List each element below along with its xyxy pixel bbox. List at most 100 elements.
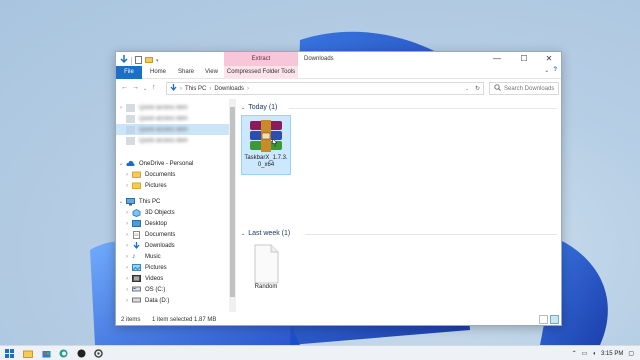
file-tile-random[interactable]: Random xyxy=(241,242,291,294)
nav-item-documents[interactable]: › Documents xyxy=(116,229,231,240)
recent-locations-icon[interactable]: ⌄ xyxy=(143,86,147,92)
chevron-down-icon[interactable]: ⌄ xyxy=(116,160,126,167)
help-icon[interactable]: ? xyxy=(553,67,557,74)
chevron-up-icon[interactable]: ⌃ xyxy=(572,350,577,357)
download-icon xyxy=(132,241,141,250)
tab-home[interactable]: Home xyxy=(145,66,171,79)
nav-item-desktop[interactable]: › Desktop xyxy=(116,218,231,229)
expand-ribbon-icon[interactable]: ⌄ xyxy=(544,67,549,74)
group-header-last-week[interactable]: ⌄ Last week (1) xyxy=(241,230,293,237)
nav-item-label: Downloads xyxy=(145,242,175,249)
window-title: Downloads xyxy=(304,56,334,62)
ribbon-tabs: File Home Share View Compressed Folder T… xyxy=(116,66,561,79)
group-header-today[interactable]: ⌄ Today (1) xyxy=(241,104,280,111)
nav-item-label: Documents xyxy=(145,171,176,178)
blank-file-icon xyxy=(251,244,281,284)
file-name-label: Random xyxy=(254,284,278,290)
nav-item-onedrive-documents[interactable]: › Documents xyxy=(116,169,231,180)
folder-icon xyxy=(132,182,141,190)
downloads-location-icon xyxy=(170,83,177,94)
status-item-count: 2 items xyxy=(121,317,141,323)
nav-item-downloads[interactable]: › Downloads xyxy=(116,240,231,251)
breadcrumb-this-pc[interactable]: This PC xyxy=(185,86,206,92)
qat-dropdown-icon[interactable]: ▾ xyxy=(156,58,159,64)
nav-item-quick-access[interactable]: Quick access item xyxy=(116,124,231,135)
group-header-label: Last week (1) xyxy=(248,230,291,237)
status-selection: 1 item selected 1.87 MB xyxy=(152,317,217,323)
tab-view[interactable]: View xyxy=(200,66,223,79)
back-button[interactable]: ← xyxy=(121,84,128,91)
chevron-down-icon[interactable]: ⌄ xyxy=(116,198,126,205)
up-button[interactable]: ↑ xyxy=(152,84,156,91)
nav-item-quick-access[interactable]: Quick access item xyxy=(116,135,231,146)
nav-item-3d-objects[interactable]: › 3D Objects xyxy=(116,207,231,218)
group-divider xyxy=(305,234,557,235)
nav-item-pictures[interactable]: › Pictures xyxy=(116,262,231,273)
nav-item-quick-access[interactable]: Quick access item xyxy=(116,113,231,124)
nav-pane-scrollbar[interactable] xyxy=(229,99,236,312)
nav-item-label: Quick access item xyxy=(139,126,188,133)
nav-item-videos[interactable]: › Videos xyxy=(116,273,231,284)
nav-item-quick-access[interactable]: › Quick access item xyxy=(116,102,231,113)
file-tile-taskbarx[interactable]: TaskbarX_1.7.3.0_x64 xyxy=(241,115,291,175)
nav-item-drive-c[interactable]: › OS (C:) xyxy=(116,284,231,295)
download-icon xyxy=(120,55,128,66)
nav-item-label: Videos xyxy=(145,275,164,282)
tab-file[interactable]: File xyxy=(116,66,142,79)
edge-taskbar-icon[interactable] xyxy=(57,348,69,359)
search-input[interactable]: Search Downloads xyxy=(489,82,559,95)
breadcrumb-separator-icon: › xyxy=(209,85,212,92)
nav-item-onedrive-pictures[interactable]: › Pictures xyxy=(116,180,231,191)
group-divider xyxy=(289,108,557,109)
breadcrumb-downloads[interactable]: Downloads xyxy=(214,86,244,92)
address-bar[interactable]: › This PC › Downloads › ⌄ ↻ xyxy=(166,82,484,95)
nav-item-label: This PC xyxy=(139,198,161,205)
forward-button[interactable]: → xyxy=(132,84,139,91)
volume-icon[interactable]: ◖ xyxy=(592,351,596,357)
winrar-archive-icon xyxy=(247,119,285,155)
videos-icon xyxy=(132,274,141,283)
tab-share[interactable]: Share xyxy=(173,66,199,79)
system-tray: ⌃ ▭ ◖ 3:15 PM ▢ xyxy=(572,346,634,360)
nav-item-label: Quick access item xyxy=(139,137,188,144)
chevron-down-icon: ⌄ xyxy=(241,104,246,111)
nav-item-label: Pictures xyxy=(145,182,167,189)
nav-item-label: Documents xyxy=(145,231,176,238)
clock[interactable]: 3:15 PM xyxy=(601,351,623,357)
ribbon-controls: ⌄ ? xyxy=(544,67,557,74)
title-bar: ▾ Extract Downloads — ☐ ✕ xyxy=(116,52,561,66)
media-player-taskbar-icon[interactable] xyxy=(75,348,87,359)
close-button[interactable]: ✕ xyxy=(537,52,561,66)
refresh-icon[interactable]: ↻ xyxy=(475,85,480,92)
monitor-icon xyxy=(126,197,135,206)
scrollbar-thumb[interactable] xyxy=(230,107,235,297)
nav-item-onedrive[interactable]: ⌄ OneDrive - Personal xyxy=(116,158,231,169)
minimize-button[interactable]: — xyxy=(485,52,509,66)
nav-item-drive-d[interactable]: › Data (D:) xyxy=(116,295,231,306)
file-name-label: TaskbarX_1.7.3.0_x64 xyxy=(244,155,288,168)
nav-item-label: Quick access item xyxy=(139,115,188,122)
file-explorer-taskbar-icon[interactable] xyxy=(22,348,34,359)
network-icon[interactable]: ▭ xyxy=(582,350,588,357)
notification-icon[interactable]: ▢ xyxy=(628,350,634,357)
details-view-button[interactable] xyxy=(539,315,548,324)
nav-item-music[interactable]: › ♪ Music xyxy=(116,251,231,262)
tab-compressed-folder-tools[interactable]: Compressed Folder Tools xyxy=(224,66,298,79)
start-button[interactable] xyxy=(3,348,15,359)
cube-icon xyxy=(132,208,141,217)
large-icons-view-button[interactable] xyxy=(550,315,559,324)
quick-access-toolbar: ▾ xyxy=(120,55,159,66)
file-list: ⌄ Today (1) TaskbarX_1.7.3.0_x64 ⌄ Last … xyxy=(237,99,561,312)
address-dropdown-icon[interactable]: ⌄ xyxy=(465,86,469,92)
properties-icon[interactable] xyxy=(135,55,142,66)
group-header-label: Today (1) xyxy=(248,104,278,111)
nav-item-this-pc[interactable]: ⌄ This PC xyxy=(116,196,231,207)
nav-item-label: OneDrive - Personal xyxy=(139,160,194,167)
new-folder-icon[interactable] xyxy=(145,56,153,65)
settings-taskbar-icon[interactable] xyxy=(92,348,104,359)
breadcrumb-separator-icon: › xyxy=(180,85,182,92)
store-taskbar-icon[interactable] xyxy=(40,348,52,359)
maximize-button[interactable]: ☐ xyxy=(512,52,536,66)
nav-item-label: Data (D:) xyxy=(145,297,170,304)
extract-context-tab[interactable]: Extract xyxy=(224,52,298,66)
